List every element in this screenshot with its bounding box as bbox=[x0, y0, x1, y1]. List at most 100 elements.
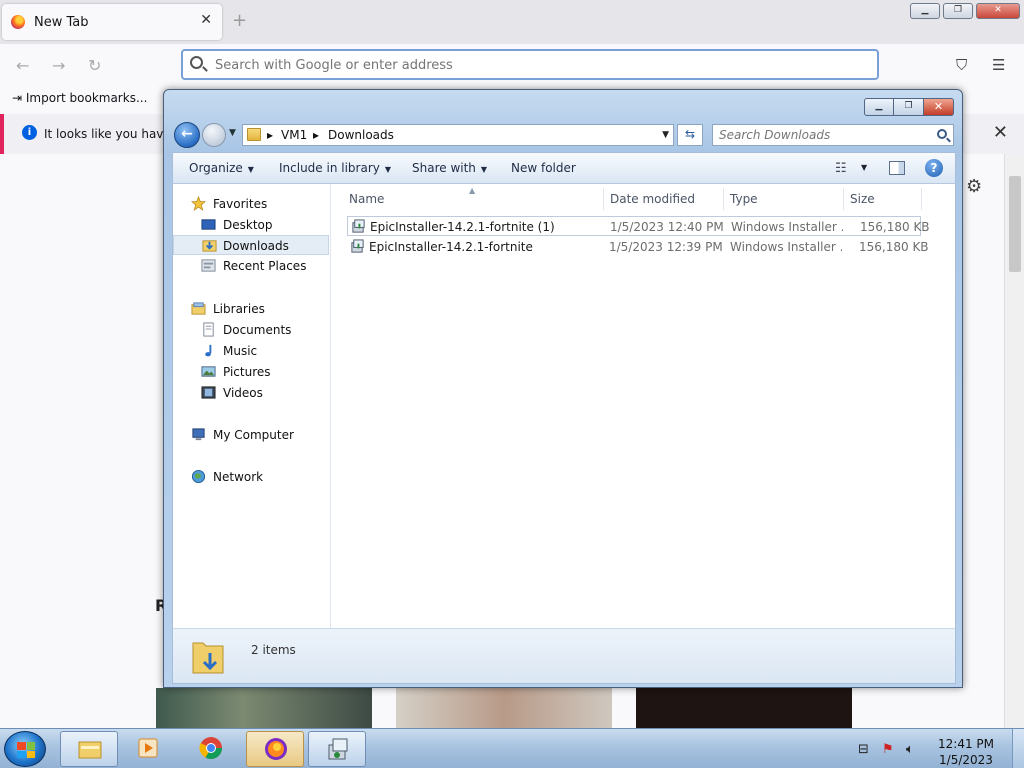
nav-my-computer[interactable]: My Computer bbox=[173, 425, 329, 445]
taskbar-media-player[interactable] bbox=[120, 731, 178, 767]
new-tab-button[interactable]: + bbox=[232, 10, 247, 31]
nav-documents[interactable]: Documents bbox=[173, 320, 329, 340]
nav-recent-places[interactable]: Recent Places bbox=[173, 256, 329, 276]
organize-button[interactable]: Organize ▼ bbox=[189, 161, 254, 175]
nav-downloads[interactable]: Downloads bbox=[173, 235, 329, 255]
column-divider[interactable] bbox=[843, 188, 844, 210]
column-divider[interactable] bbox=[723, 188, 724, 210]
tab-new-tab[interactable]: New Tab ✕ bbox=[2, 4, 222, 40]
windows-logo-icon bbox=[17, 742, 35, 758]
explorer-close-button[interactable]: ✕ bbox=[924, 98, 954, 116]
forward-arrow-icon[interactable]: → bbox=[52, 56, 65, 75]
address-dropdown-icon[interactable]: ▼ bbox=[662, 130, 669, 140]
taskbar-chrome[interactable] bbox=[182, 731, 240, 767]
network-globe-icon bbox=[191, 469, 206, 484]
hamburger-menu-icon[interactable]: ☰ bbox=[992, 56, 1005, 74]
taskbar-installer[interactable] bbox=[308, 731, 366, 767]
column-header-name[interactable]: Name bbox=[349, 192, 384, 206]
pocket-icon[interactable]: ⛉ bbox=[956, 56, 967, 74]
recent-thumbnail[interactable] bbox=[396, 688, 612, 728]
clock-time: 12:41 PM bbox=[938, 737, 994, 751]
nav-network[interactable]: Network bbox=[173, 467, 329, 487]
windows-installer-icon bbox=[351, 239, 364, 253]
column-header-date-modified[interactable]: Date modified bbox=[610, 192, 695, 206]
close-tab-icon[interactable]: ✕ bbox=[200, 12, 212, 28]
explorer-maximize-button[interactable]: ❐ bbox=[894, 98, 924, 116]
url-bar[interactable] bbox=[181, 49, 879, 80]
volume-icon[interactable]: 🔈︎ bbox=[906, 742, 914, 757]
details-pane: 2 items bbox=[172, 628, 956, 684]
file-type: Windows Installer ... bbox=[730, 240, 842, 254]
network-tray-icon[interactable]: ⊟ bbox=[858, 742, 869, 757]
new-folder-button[interactable]: New folder bbox=[511, 161, 576, 175]
page-scrollbar[interactable] bbox=[1004, 154, 1024, 728]
action-center-icon[interactable]: ⚑ bbox=[882, 742, 894, 757]
nav-favorites[interactable]: Favorites bbox=[173, 194, 329, 214]
column-header-size[interactable]: Size bbox=[850, 192, 875, 206]
minimize-button[interactable]: ▁ bbox=[910, 3, 940, 19]
nav-libraries[interactable]: Libraries bbox=[173, 299, 329, 319]
search-icon[interactable] bbox=[937, 129, 947, 139]
gear-icon[interactable]: ⚙ bbox=[966, 176, 982, 197]
firefox-window-controls: ▁ ❐ ✕ bbox=[910, 3, 1020, 19]
info-icon: i bbox=[22, 125, 37, 140]
explorer-minimize-button[interactable]: ▁ bbox=[864, 98, 894, 116]
close-button[interactable]: ✕ bbox=[976, 3, 1020, 19]
chevron-right-icon[interactable]: ▸ bbox=[267, 128, 273, 142]
restore-button[interactable]: ❐ bbox=[943, 3, 973, 19]
import-bookmarks-link[interactable]: ⇥ Import bookmarks... bbox=[12, 91, 147, 105]
search-input[interactable] bbox=[719, 127, 919, 143]
taskbar-explorer[interactable] bbox=[60, 731, 118, 767]
share-with-button[interactable]: Share with ▼ bbox=[412, 161, 487, 175]
recent-thumbnail[interactable] bbox=[156, 688, 372, 728]
music-note-icon bbox=[205, 344, 212, 357]
search-box[interactable] bbox=[712, 124, 954, 146]
recent-pages-dropdown-icon[interactable]: ▼ bbox=[229, 128, 236, 138]
reload-icon[interactable]: ↻ bbox=[88, 56, 101, 75]
nav-desktop[interactable]: Desktop bbox=[173, 215, 329, 235]
downloads-folder-icon bbox=[202, 240, 217, 252]
include-in-library-button[interactable]: Include in library ▼ bbox=[279, 161, 391, 175]
address-bar[interactable]: ▸ VM1 ▸ Downloads ▼ bbox=[242, 124, 674, 146]
scrollbar-thumb[interactable] bbox=[1009, 176, 1021, 272]
nav-label: Music bbox=[223, 344, 258, 358]
url-input[interactable] bbox=[215, 55, 855, 75]
folder-icon bbox=[247, 128, 261, 141]
help-icon[interactable]: ? bbox=[925, 159, 943, 177]
breadcrumb-vm1[interactable]: VM1 bbox=[281, 128, 307, 142]
nav-pictures[interactable]: Pictures bbox=[173, 362, 329, 382]
nav-music[interactable]: Music bbox=[173, 341, 329, 361]
forward-button[interactable] bbox=[202, 123, 226, 147]
chevron-right-icon[interactable]: ▸ bbox=[313, 128, 319, 142]
start-button[interactable] bbox=[4, 731, 46, 767]
back-arrow-icon[interactable]: ← bbox=[16, 56, 29, 75]
file-list-pane[interactable]: ▲ Name Date modified Type Size EpicInsta… bbox=[331, 184, 957, 628]
nav-videos[interactable]: Videos bbox=[173, 383, 329, 403]
libraries-icon bbox=[191, 302, 206, 315]
show-desktop-button[interactable] bbox=[1012, 729, 1024, 768]
recent-places-icon bbox=[201, 259, 216, 272]
dismiss-notification-icon[interactable]: ✕ bbox=[993, 122, 1008, 143]
view-options-dropdown-icon[interactable]: ▼ bbox=[861, 163, 867, 172]
preview-pane-icon[interactable] bbox=[889, 161, 905, 175]
back-button[interactable]: ← bbox=[174, 122, 200, 148]
navigation-pane[interactable]: Favorites Desktop Downloads Recent Place… bbox=[173, 184, 331, 628]
breadcrumb-downloads[interactable]: Downloads bbox=[328, 128, 394, 142]
downloads-folder-icon bbox=[192, 642, 224, 674]
file-size: 156,180 KB bbox=[860, 220, 930, 234]
include-in-library-label: Include in library bbox=[279, 161, 380, 175]
nav-label: Pictures bbox=[223, 365, 271, 379]
column-header-type[interactable]: Type bbox=[730, 192, 758, 206]
column-divider[interactable] bbox=[603, 188, 604, 210]
refresh-button[interactable]: ⇆ bbox=[677, 124, 703, 146]
table-row[interactable]: EpicInstaller-14.2.1-fortnite (1) 1/5/20… bbox=[347, 216, 930, 236]
search-icon bbox=[190, 56, 203, 69]
change-view-icon[interactable]: ☷ bbox=[835, 161, 847, 176]
column-divider[interactable] bbox=[921, 188, 922, 210]
clock[interactable]: 12:41 PM 1/5/2023 bbox=[934, 736, 998, 768]
table-row[interactable]: EpicInstaller-14.2.1-fortnite 1/5/2023 1… bbox=[347, 237, 929, 257]
firefox-icon bbox=[265, 738, 287, 760]
recent-thumbnail[interactable] bbox=[636, 688, 852, 728]
desktop-icon bbox=[201, 219, 216, 230]
taskbar-firefox[interactable] bbox=[246, 731, 304, 767]
